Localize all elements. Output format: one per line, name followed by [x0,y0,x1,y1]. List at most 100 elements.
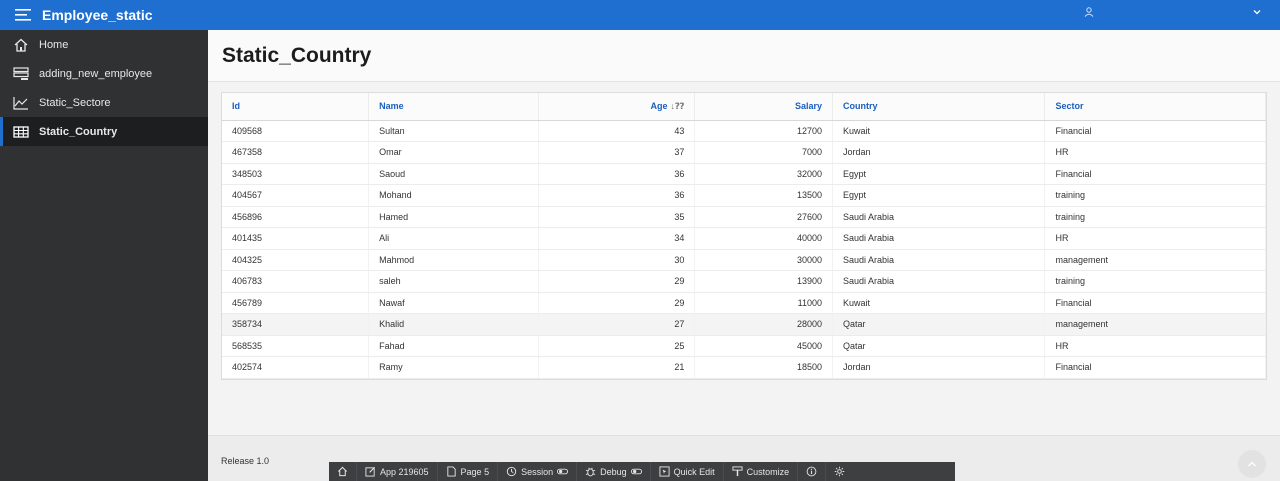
devbar-page-label: Page 5 [460,466,490,477]
cell-sector: HR [1044,141,1266,164]
column-header-name[interactable]: Name [368,93,539,121]
toggle-icon [630,468,642,475]
home-icon [12,38,30,52]
user-name [1098,7,1248,17]
cell-age: 25 [538,335,696,357]
cell-country: Saudi Arabia [832,249,1046,271]
cell-age: 36 [538,184,696,207]
cell-sector: Financial [1044,120,1266,142]
clock-icon [506,466,517,477]
table-row: 406783 saleh 29 13900 Saudi Arabia training [222,270,1266,293]
column-header-age-label: Age [650,100,668,111]
devbar-customize-button[interactable]: Customize [724,462,799,481]
cell-name: Mohand [368,184,539,207]
cell-salary: 13500 [694,184,834,207]
column-header-id[interactable]: Id [222,93,370,121]
cell-country: Jordan [832,356,1046,379]
cell-salary: 11000 [694,292,834,314]
devbar-app-button[interactable]: App 219605 [357,462,438,481]
release-version: Release 1.0 [221,456,270,466]
devbar-home-button[interactable] [329,462,357,481]
devbar-debug-button[interactable]: Debug [577,462,651,481]
cell-salary: 30000 [694,249,834,271]
user-menu[interactable] [1084,7,1262,17]
cell-salary: 40000 [694,227,834,250]
cell-name: Hamed [368,206,539,228]
table-header-row: Id Name Age ↓⁇ Salary Country Sector [222,93,1266,121]
sort-descending-icon: ↓⁇ [670,100,685,111]
cell-age: 29 [538,292,696,314]
sidebar-item-home[interactable]: Home [0,30,208,59]
table-row: 348503 Saoud 36 32000 Egypt Financial [222,163,1266,185]
devbar-page-button[interactable]: Page 5 [438,462,499,481]
toggle-icon [557,468,569,475]
cell-salary: 28000 [694,313,834,336]
cell-country: Jordan [832,141,1046,164]
cell-id: 467358 [222,141,370,164]
cell-country: Kuwait [832,292,1046,314]
devbar-session-button[interactable]: Session [498,462,578,481]
cell-id: 348503 [222,163,370,185]
chevron-up-icon [1248,461,1256,467]
sidebar-item-label: Home [39,38,69,51]
cell-age: 29 [538,270,696,293]
column-header-sector[interactable]: Sector [1044,93,1266,121]
cell-id: 402574 [222,356,370,379]
devbar-settings-button[interactable] [826,462,853,481]
cell-age: 21 [538,356,696,379]
cell-sector: Financial [1044,292,1266,314]
chevron-down-icon [1253,10,1261,15]
cell-id: 404567 [222,184,370,207]
cell-name: saleh [368,270,539,293]
cell-country: Kuwait [832,120,1046,142]
gear-icon [834,466,845,477]
sidebar-item-static-sectore[interactable]: Static_Sectore [0,88,208,117]
cell-country: Saudi Arabia [832,206,1046,228]
cell-age: 34 [538,227,696,250]
cell-country: Egypt [832,184,1046,207]
sidebar-item-label: Static_Country [39,125,118,138]
cell-age: 36 [538,163,696,185]
cell-id: 456789 [222,292,370,314]
cell-salary: 12700 [694,120,834,142]
cell-sector: Financial [1044,163,1266,185]
sidebar-item-static-country[interactable]: Static_Country [0,117,208,146]
cell-id: 456896 [222,206,370,228]
cell-name: Khalid [368,313,539,336]
cell-sector: training [1044,184,1266,207]
cell-sector: training [1044,270,1266,293]
line-chart-icon [12,96,30,110]
cell-sector: management [1044,249,1266,271]
quick-edit-icon [659,466,670,477]
table-row: 358734 Khalid 27 28000 Qatar management [222,313,1266,336]
cell-sector: HR [1044,335,1266,357]
menu-toggle-button[interactable] [10,4,36,26]
sidebar-item-adding-new-employee[interactable]: adding_new_employee [0,59,208,88]
table-icon [12,125,30,139]
column-header-salary[interactable]: Salary [694,93,834,121]
scroll-to-top-button[interactable] [1238,450,1266,478]
sidebar-item-label: adding_new_employee [39,67,153,80]
devbar-quick-edit-button[interactable]: Quick Edit [651,462,724,481]
column-header-age[interactable]: Age ↓⁇ [538,93,696,121]
column-header-country[interactable]: Country [832,93,1046,121]
employee-table: Id Name Age ↓⁇ Salary Country Sector 4095… [222,93,1266,379]
cell-name: Nawaf [368,292,539,314]
sidebar-item-label: Static_Sectore [39,96,111,109]
page-header: Static_Country [208,30,1280,82]
table-row: 568535 Fahad 25 45000 Qatar HR [222,335,1266,357]
devbar-app-label: App 219605 [380,466,429,477]
devbar-customize-label: Customize [746,466,790,477]
cell-age: 35 [538,206,696,228]
home-icon [338,466,347,477]
table-body: 409568 Sultan 43 12700 Kuwait Financial 467358… [222,120,1266,379]
devbar-info-button[interactable] [798,462,827,481]
cell-id: 404325 [222,249,370,271]
devbar-quick-edit-label: Quick Edit [673,466,715,477]
app-title[interactable]: Employee_static [42,7,153,23]
sidebar: Home adding_new_employee Static_Sectore … [0,30,208,481]
cell-age: 43 [538,120,696,142]
table-row: 404325 Mahmod 30 30000 Saudi Arabia managemen… [222,249,1266,271]
cell-country: Saudi Arabia [832,227,1046,250]
cell-name: Sultan [368,120,539,142]
